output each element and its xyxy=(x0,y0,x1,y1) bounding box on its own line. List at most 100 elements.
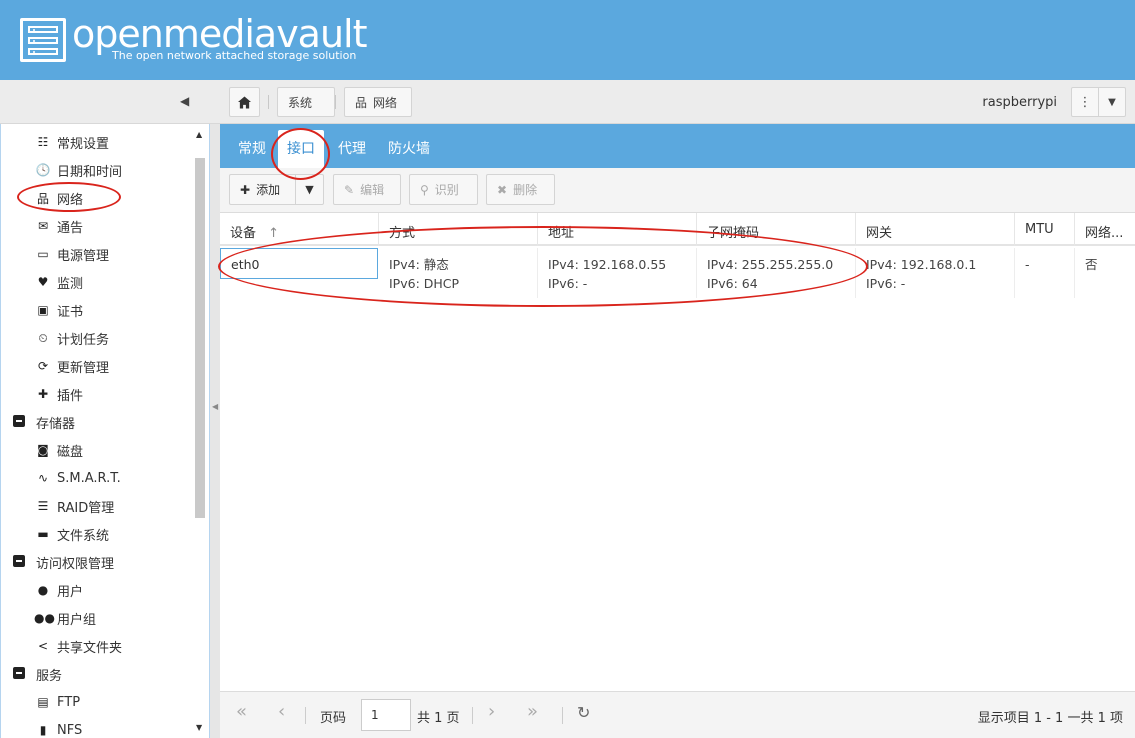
sidebar-item[interactable]: ◙ 磁盘 xyxy=(1,436,191,464)
cell-address[interactable]: IPv4: 192.168.0.55 IPv6: - xyxy=(538,248,697,298)
scroll-thumb[interactable] xyxy=(195,158,205,518)
sidebar-item[interactable]: 品网络 xyxy=(1,184,191,212)
sidebar-item[interactable]: ▮ NFS xyxy=(1,716,191,738)
sidebar-item-icon: 品 xyxy=(36,191,49,206)
cell-address-ipv4: IPv4: 192.168.0.55 xyxy=(548,257,667,272)
tab-proxy[interactable]: 代理 xyxy=(338,138,366,158)
sidebar-item-icon: ⟳ xyxy=(37,359,49,373)
prev-page-icon[interactable]: ‹ xyxy=(278,701,285,722)
first-page-icon[interactable]: « xyxy=(236,701,247,722)
tab-interfaces[interactable]: 接口 xyxy=(278,130,324,168)
edit-button-label: 编辑 xyxy=(360,183,385,197)
sidebar-item[interactable]: ●● 用户组 xyxy=(1,604,191,632)
sidebar-item[interactable]: ⏲ 计划任务 xyxy=(1,324,191,352)
app-header: openmediavault The open network attached… xyxy=(0,0,1135,80)
breadcrumb-system-label: 系统 xyxy=(288,95,313,110)
total-pages-label: 共 1 页 xyxy=(417,711,460,726)
scroll-up-icon[interactable]: ▲ xyxy=(196,130,202,139)
navigation-sidebar: ☷ 常规设置 🕓 日期和时间品网络 ✉ 通告 ▭ 电源管理 ♥ 监测 ▣ 证书 ⏲ 计划任务 ⟳ 更新管理 ✚ 插… xyxy=(0,124,210,738)
sidebar-item[interactable]: < 共享文件夹 xyxy=(1,632,191,660)
sidebar-item-icon: ▣ xyxy=(37,303,49,317)
sidebar-item[interactable]: ⟳ 更新管理 xyxy=(1,352,191,380)
cell-netmask-ipv6: IPv6: 64 xyxy=(707,276,758,291)
sidebar-group[interactable]: 存储器 xyxy=(1,408,191,436)
sort-asc-icon: ↑ xyxy=(268,226,280,241)
sidebar-item[interactable]: ☷ 常规设置 xyxy=(1,128,191,156)
sidebar-item-icon: ☷ xyxy=(37,135,49,149)
sidebar-item[interactable]: ♥ 监测 xyxy=(1,268,191,296)
sidebar-item-label: 共享文件夹 xyxy=(57,640,123,656)
sidebar-item[interactable]: ∿ S.M.A.R.T. xyxy=(1,464,191,492)
sidebar-item[interactable]: ✚ 插件 xyxy=(1,380,191,408)
add-button[interactable]: ✚ 添加 ▼ xyxy=(229,174,324,205)
cell-wol[interactable]: 否 xyxy=(1075,248,1135,298)
breadcrumb-system[interactable]: 系统 xyxy=(277,87,335,117)
sidebar-splitter[interactable]: ◀ xyxy=(210,124,220,738)
sidebar-scrollbar[interactable]: ▲ ▼ xyxy=(193,128,207,734)
cell-gateway-ipv6: IPv6: - xyxy=(866,276,906,291)
home-button[interactable] xyxy=(229,87,260,117)
scroll-down-icon[interactable]: ▼ xyxy=(196,723,202,732)
column-header-device[interactable]: 设备 ↑ xyxy=(220,213,379,246)
column-header-mtu[interactable]: MTU xyxy=(1015,213,1075,246)
cell-device[interactable]: eth0 xyxy=(220,248,378,279)
collapse-arrow-icon[interactable]: ◀ xyxy=(212,402,218,411)
interfaces-grid: 设备 ↑ 方式 地址 子网掩码 网关 MTU 网络... eth0 IPv4: … xyxy=(220,213,1135,691)
sidebar-item[interactable]: ▤ FTP xyxy=(1,688,191,716)
last-page-icon[interactable]: » xyxy=(527,701,538,722)
sidebar-item-icon: ▬ xyxy=(37,527,49,541)
sidebar-item-icon: < xyxy=(37,639,49,653)
sidebar-item[interactable]: ✉ 通告 xyxy=(1,212,191,240)
page-number-input[interactable]: 1 xyxy=(361,699,411,731)
collapse-sidebar-icon[interactable]: ◀ xyxy=(180,94,189,108)
sidebar-item[interactable]: ▬ 文件系统 xyxy=(1,520,191,548)
breadcrumb-network-label: 网络 xyxy=(373,95,398,110)
sidebar-group[interactable]: 服务 xyxy=(1,660,191,688)
sidebar-item-label: 通告 xyxy=(57,220,84,236)
sidebar-item-icon: ▤ xyxy=(37,695,49,709)
breadcrumb-network[interactable]: 品 网络 xyxy=(344,87,412,117)
sidebar-item[interactable]: ☰ RAID管理 xyxy=(1,492,191,520)
omv-logo-icon xyxy=(20,18,66,62)
plus-icon: ✚ xyxy=(240,182,251,197)
sidebar-item-label: 证书 xyxy=(57,304,84,320)
sidebar-item[interactable]: 🕓 日期和时间 xyxy=(1,156,191,184)
cell-gateway-ipv4: IPv4: 192.168.0.1 xyxy=(866,257,977,272)
sidebar-item-label: 服务 xyxy=(36,668,63,684)
sidebar-group[interactable]: 访问权限管理 xyxy=(1,548,191,576)
sidebar-item-label: NFS xyxy=(57,722,83,738)
sidebar-item-label: RAID管理 xyxy=(57,500,115,516)
identify-button[interactable]: ⚲ 识别 xyxy=(409,174,478,205)
collapse-minus-icon xyxy=(10,666,28,682)
kebab-menu-icon[interactable]: ⋮ xyxy=(1072,88,1098,116)
page-label: 页码 xyxy=(320,711,347,726)
sidebar-item[interactable]: ▣ 证书 xyxy=(1,296,191,324)
brand-tagline: The open network attached storage soluti… xyxy=(112,49,357,62)
next-page-icon[interactable]: › xyxy=(488,701,495,722)
tab-bar: 常规 接口 代理 防火墙 xyxy=(220,124,1135,168)
sidebar-item-icon: ▭ xyxy=(37,247,49,261)
cell-method[interactable]: IPv4: 静态 IPv6: DHCP xyxy=(379,248,538,298)
column-header-method[interactable]: 方式 xyxy=(379,213,538,246)
add-dropdown-icon[interactable]: ▼ xyxy=(295,175,323,204)
sidebar-item[interactable]: ● 用户 xyxy=(1,576,191,604)
cell-gateway[interactable]: IPv4: 192.168.0.1 IPv6: - xyxy=(856,248,1015,298)
refresh-icon[interactable]: ↻ xyxy=(577,703,590,722)
column-header-address[interactable]: 地址 xyxy=(538,213,697,246)
delete-button[interactable]: ✖ 删除 xyxy=(486,174,555,205)
column-header-wol[interactable]: 网络... xyxy=(1075,213,1135,246)
cell-netmask[interactable]: IPv4: 255.255.255.0 IPv6: 64 xyxy=(697,248,856,298)
tab-general[interactable]: 常规 xyxy=(238,138,266,158)
sidebar-item-label: 计划任务 xyxy=(57,332,110,348)
sidebar-item-label: 用户 xyxy=(57,584,84,600)
dropdown-caret-icon[interactable]: ▼ xyxy=(1098,88,1125,116)
collapse-minus-icon xyxy=(10,554,28,570)
column-header-netmask[interactable]: 子网掩码 xyxy=(697,213,856,246)
sidebar-item-icon: ☰ xyxy=(37,499,49,513)
column-header-gateway[interactable]: 网关 xyxy=(856,213,1015,246)
network-icon: 品 xyxy=(355,95,368,110)
cell-mtu[interactable]: - xyxy=(1015,248,1075,298)
edit-button[interactable]: ✎ 编辑 xyxy=(333,174,401,205)
sidebar-item[interactable]: ▭ 电源管理 xyxy=(1,240,191,268)
tab-firewall[interactable]: 防火墙 xyxy=(388,138,430,158)
